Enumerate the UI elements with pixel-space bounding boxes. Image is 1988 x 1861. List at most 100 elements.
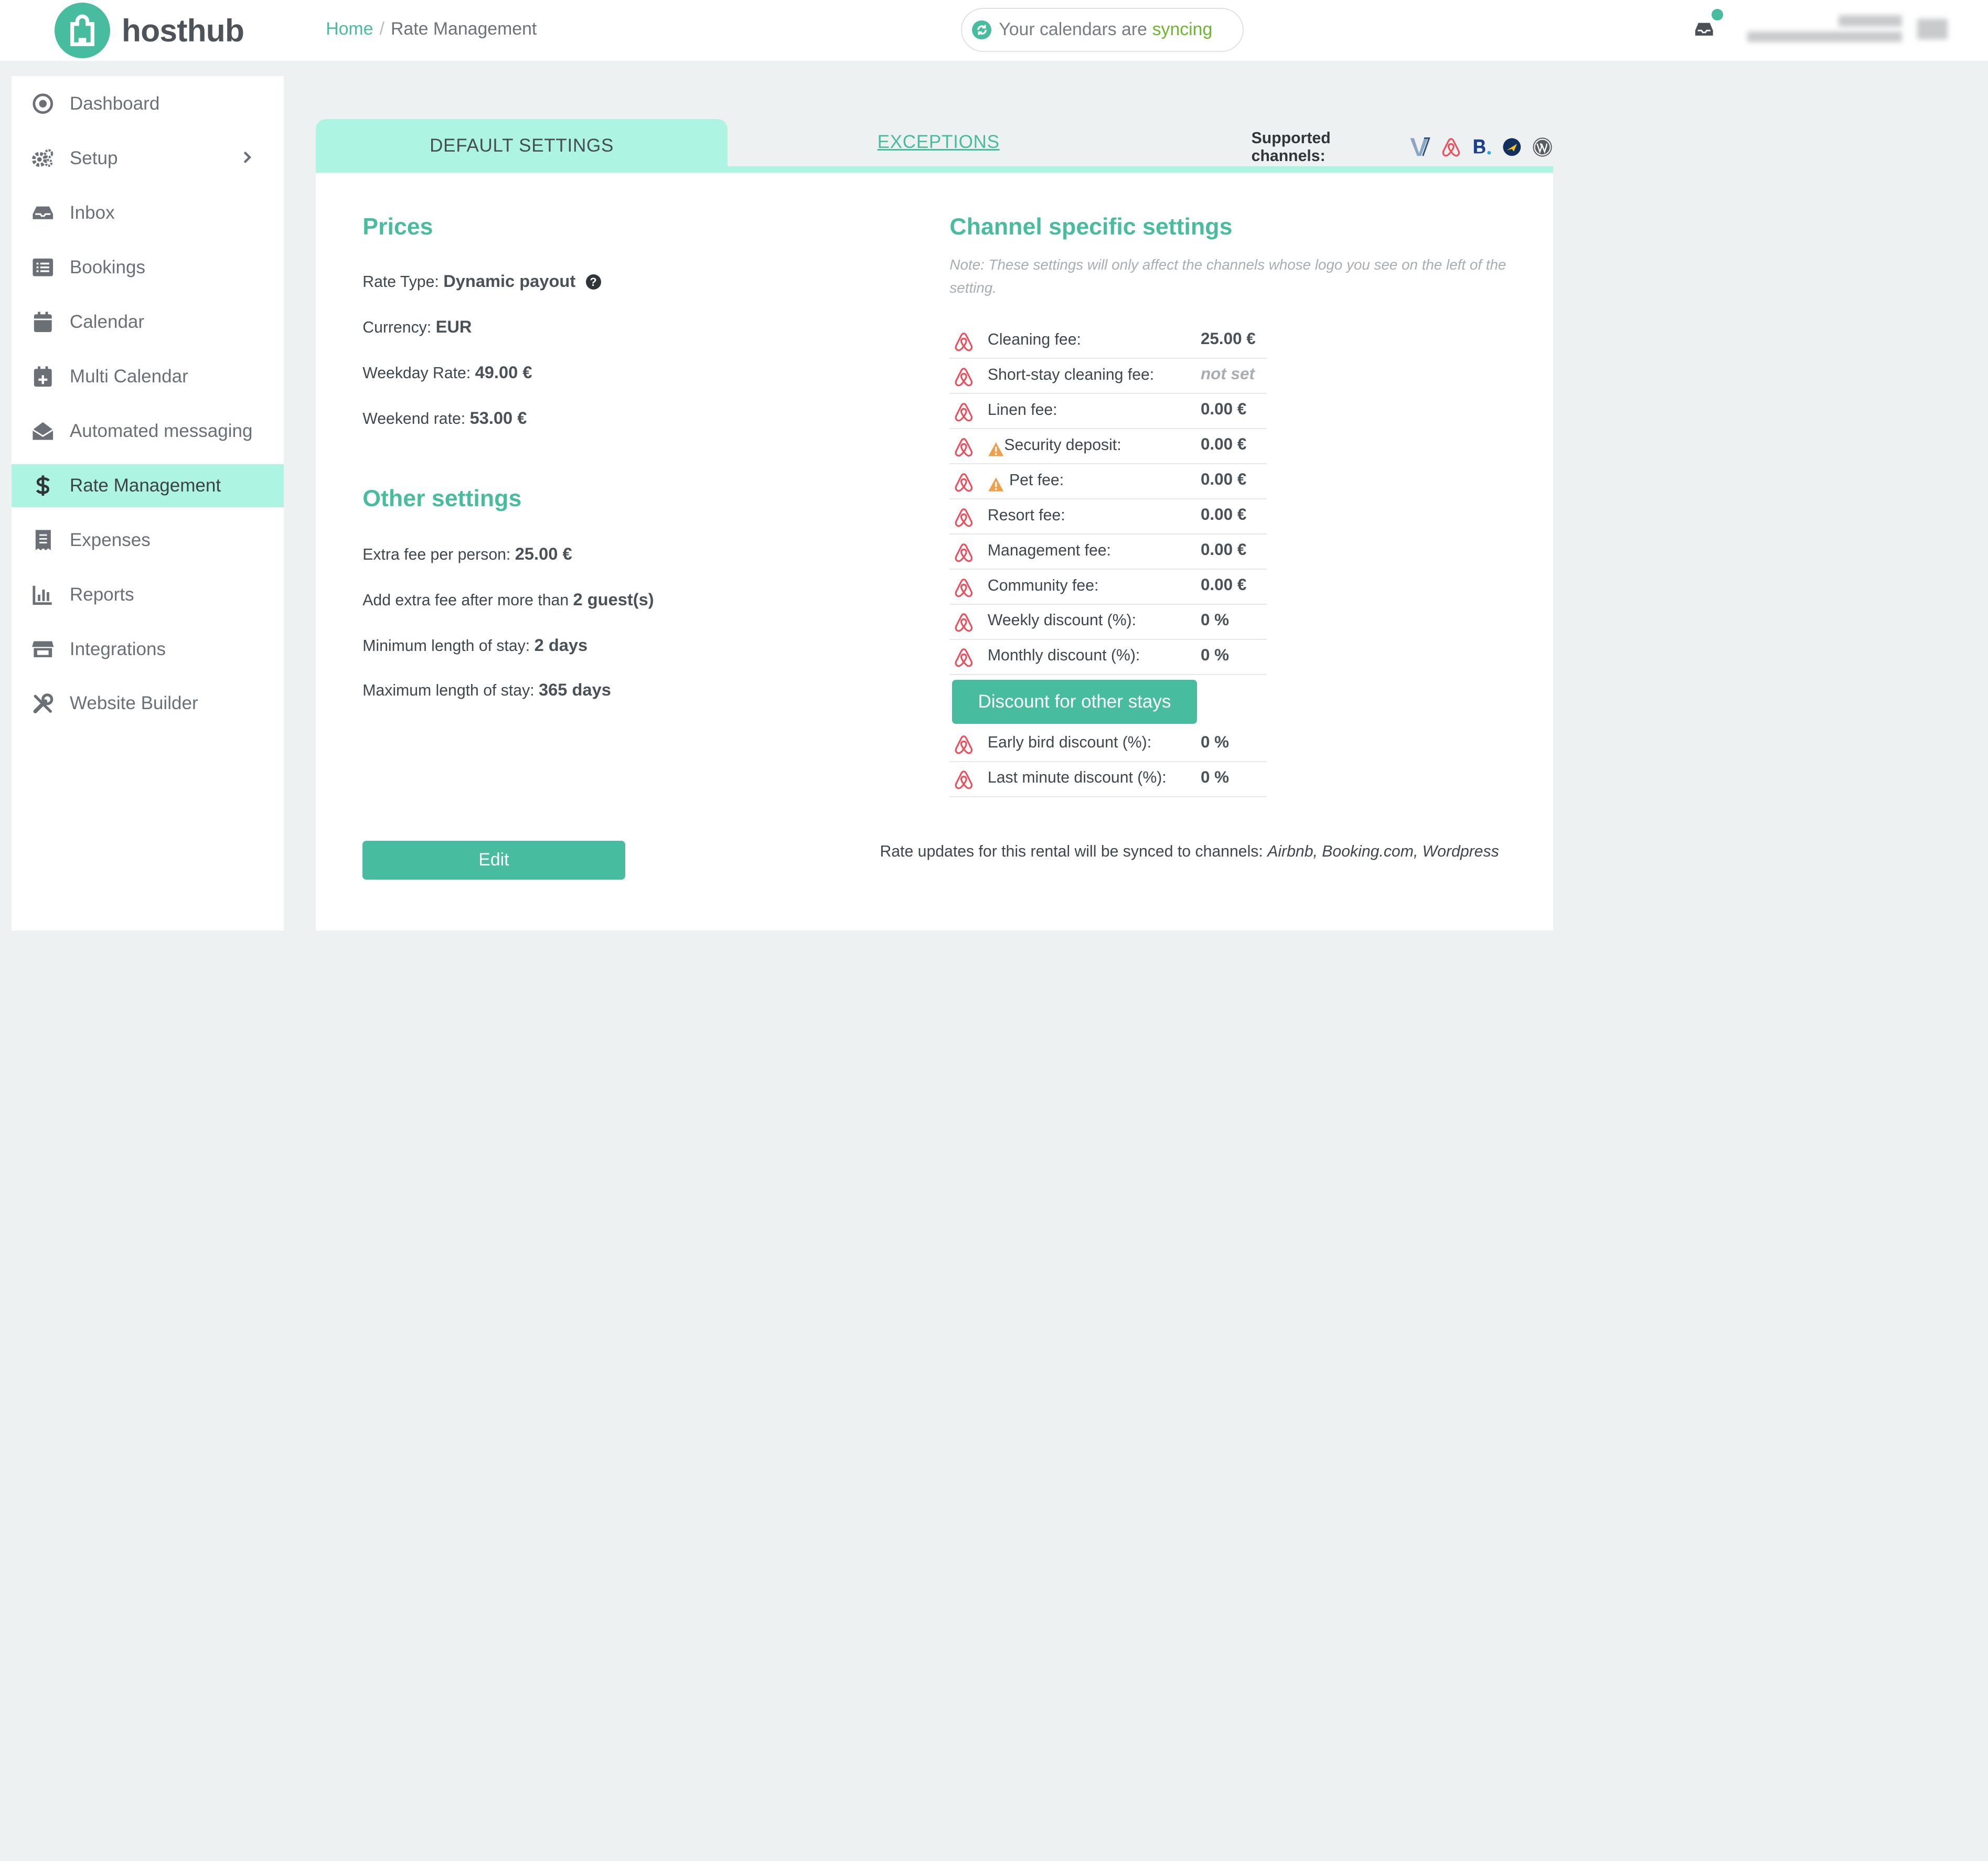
sidebar-item-label: Website Builder: [69, 693, 198, 714]
booking-icon: [1471, 136, 1492, 159]
extra-fee-row: Extra fee per person: 25.00 €: [362, 544, 572, 564]
gears-icon: [31, 147, 55, 170]
weekend-rate-row: Weekend rate: 53.00 €: [362, 408, 527, 428]
sidebar-item-setup[interactable]: Setup: [12, 137, 284, 180]
warning-icon: [988, 474, 1004, 491]
fee-row: Management fee: 0.00 €: [949, 534, 1267, 570]
sidebar-item-label: Reports: [69, 584, 134, 605]
airbnb-icon: [954, 472, 974, 493]
discount-other-stays-button[interactable]: Discount for other stays: [952, 679, 1197, 724]
other-settings-title: Other settings: [362, 485, 522, 511]
user-menu[interactable]: [1747, 15, 1950, 46]
brand-logo[interactable]: hosthub: [54, 2, 244, 59]
airbnb-icon: [954, 401, 974, 423]
currency-value: EUR: [435, 317, 472, 337]
breadcrumb-current: Rate Management: [391, 19, 537, 39]
sidebar-item-label: Expenses: [69, 529, 151, 550]
fee-label: Short-stay cleaning fee:: [987, 366, 1155, 383]
sidebar-item-integrations[interactable]: Integrations: [12, 627, 284, 670]
fee-row: Weekly discount (%): 0 %: [949, 604, 1267, 640]
min-stay-value: 2 days: [534, 635, 588, 655]
inbox-icon: [31, 201, 55, 224]
sidebar-item-label: Bookings: [69, 256, 146, 277]
sync-icon: [972, 20, 991, 39]
weekday-rate-value: 49.00 €: [475, 362, 532, 382]
min-stay-row: Minimum length of stay: 2 days: [362, 635, 587, 655]
sidebar-item-bookings[interactable]: Bookings: [12, 246, 284, 289]
sidebar-item-multi-calendar[interactable]: Multi Calendar: [12, 355, 284, 398]
fee-value: 0.00 €: [1200, 575, 1247, 594]
extra-fee-after-row: Add extra fee after more than 2 guest(s): [362, 590, 654, 609]
fee-value: 0 %: [1200, 611, 1230, 629]
sidebar-item-dashboard[interactable]: Dashboard: [12, 82, 284, 125]
fee-label: Management fee:: [987, 541, 1111, 559]
fee-row: Monthly discount (%): 0 %: [949, 639, 1267, 675]
sync-state: syncing: [1152, 19, 1213, 40]
bar-chart-icon: [31, 583, 55, 606]
fee-value: 0.00 €: [1200, 505, 1247, 524]
inbox-icon[interactable]: [1693, 18, 1718, 43]
fee-value: 0.00 €: [1200, 470, 1247, 489]
fee-label: Linen fee:: [987, 401, 1057, 419]
sidebar-item-label: Inbox: [69, 202, 115, 223]
envelope-open-icon: [31, 420, 55, 443]
fee-label: Weekly discount (%):: [987, 612, 1137, 629]
fee-label: Pet fee:: [1009, 471, 1064, 489]
fee-value: 0.00 €: [1200, 400, 1247, 419]
sidebar-item-inbox[interactable]: Inbox: [12, 191, 284, 234]
app-root: hosthub Home / Rate Management Your calend…: [0, 0, 1988, 931]
channel-settings-title: Channel specific settings: [949, 214, 1233, 240]
airbnb-icon: [954, 366, 974, 388]
sidebar-item-calendar[interactable]: Calendar: [12, 301, 284, 344]
edit-button[interactable]: Edit: [362, 840, 625, 880]
user-name-redacted: [1838, 15, 1902, 27]
fee-row: Linen fee: 0.00 €: [949, 393, 1267, 429]
min-stay-label: Minimum length of stay:: [362, 637, 530, 655]
weekend-rate-value: 53.00 €: [469, 408, 527, 428]
sidebar-item-reports[interactable]: Reports: [12, 573, 284, 616]
sidebar-item-website-builder[interactable]: Website Builder: [12, 682, 284, 725]
warning-icon: [988, 439, 1004, 456]
extra-fee-after-value: 2 guest(s): [573, 589, 654, 609]
sync-prefix: Your calendars are: [999, 19, 1147, 40]
channel-settings-note: Note: These settings will only affect th…: [949, 256, 1506, 296]
rate-type-row: Rate Type: Dynamic payout?: [362, 271, 601, 291]
extra-fee-label: Extra fee per person:: [362, 546, 511, 563]
currency-label: Currency:: [362, 319, 432, 337]
help-icon[interactable]: ?: [585, 274, 601, 290]
fee-label: Security deposit:: [1004, 436, 1121, 454]
max-stay-label: Maximum length of stay:: [362, 681, 535, 699]
weekday-rate-row: Weekday Rate: 49.00 €: [362, 362, 532, 382]
sidebar-item-rate-management[interactable]: Rate Management: [11, 464, 284, 507]
settings-tabs: DEFAULT SETTINGS EXCEPTIONS Supported ch…: [315, 119, 1553, 174]
tab-exceptions[interactable]: EXCEPTIONS: [878, 132, 1000, 153]
sidebar: Dashboard Setup Inbox Bookings Calendar …: [11, 76, 284, 931]
max-stay-value: 365 days: [539, 679, 611, 699]
list-icon: [31, 256, 55, 279]
max-stay-row: Maximum length of stay: 365 days: [362, 680, 611, 700]
extra-fee-value: 25.00 €: [515, 543, 572, 563]
sync-channels-list: Airbnb, Booking.com, Wordpress: [1267, 843, 1499, 861]
chevron-right-icon: [241, 148, 253, 166]
sidebar-item-automated-messaging[interactable]: Automated messaging: [12, 410, 284, 453]
airbnb-icon: [954, 331, 974, 352]
fee-value: 0 %: [1200, 646, 1230, 665]
sidebar-item-label: Automated messaging: [69, 420, 253, 441]
breadcrumb: Home / Rate Management: [326, 19, 537, 39]
airbnb-icon: [954, 507, 974, 528]
store-icon: [31, 638, 55, 661]
sidebar-item-expenses[interactable]: Expenses: [12, 519, 284, 562]
calendar-sync-status[interactable]: Your calendars are syncing: [961, 7, 1244, 52]
supported-channels: Supported channels:: [1252, 130, 1553, 165]
breadcrumb-home-link[interactable]: Home: [326, 19, 373, 39]
weekend-rate-label: Weekend rate:: [362, 410, 466, 428]
top-header: hosthub Home / Rate Management Your calend…: [0, 0, 1988, 61]
dollar-icon: [31, 474, 55, 497]
fee-row: Short-stay cleaning fee: not set: [949, 358, 1267, 394]
wordpress-icon: [1532, 136, 1553, 159]
receipt-icon: [31, 529, 55, 552]
sidebar-item-label: Multi Calendar: [69, 366, 188, 387]
tab-default-settings[interactable]: DEFAULT SETTINGS: [315, 119, 728, 173]
fee-label: Last minute discount (%):: [987, 769, 1167, 787]
house-icon: [54, 2, 111, 59]
